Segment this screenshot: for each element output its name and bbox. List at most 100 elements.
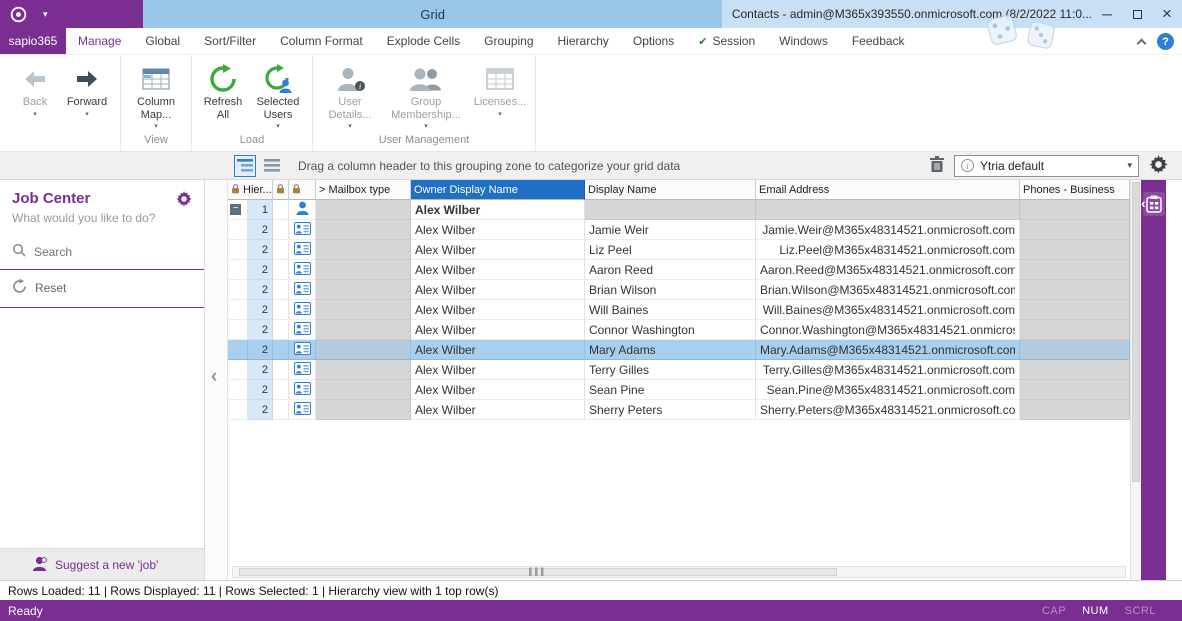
job-center-gear-icon[interactable] bbox=[176, 191, 192, 207]
owner-cell[interactable]: Alex Wilber bbox=[411, 220, 585, 240]
chevron-down-icon[interactable]: ▾ bbox=[43, 9, 48, 20]
phones-cell[interactable] bbox=[1020, 280, 1130, 300]
row-number-cell[interactable]: 2 bbox=[248, 320, 273, 340]
tab-column-format[interactable]: Column Format bbox=[268, 28, 375, 54]
row-number-cell[interactable]: 1 bbox=[248, 200, 273, 220]
row-number-cell[interactable]: 2 bbox=[248, 260, 273, 280]
vertical-scrollbar-thumb[interactable] bbox=[1132, 182, 1140, 482]
app-menu-area[interactable]: ▾ bbox=[0, 0, 143, 28]
phones-cell[interactable] bbox=[1020, 240, 1130, 260]
tab-grouping[interactable]: Grouping bbox=[472, 28, 545, 54]
row-number-cell[interactable]: 2 bbox=[248, 360, 273, 380]
collapse-ribbon-icon[interactable] bbox=[1137, 39, 1147, 49]
column-header-mailbox-type[interactable]: > Mailbox type bbox=[316, 180, 411, 200]
row-number-cell[interactable]: 2 bbox=[248, 300, 273, 320]
email-cell[interactable]: Mary.Adams@M365x48314521.onmicrosoft.com bbox=[756, 340, 1020, 360]
owner-cell[interactable]: Alex Wilber bbox=[411, 380, 585, 400]
row-number-cell[interactable]: 2 bbox=[248, 280, 273, 300]
display-name-cell[interactable]: Jamie Weir bbox=[585, 220, 756, 240]
mailbox-type-cell[interactable] bbox=[316, 360, 411, 380]
owner-cell[interactable]: Alex Wilber bbox=[411, 360, 585, 380]
display-name-cell[interactable]: Will Baines bbox=[585, 300, 756, 320]
mailbox-type-cell[interactable] bbox=[316, 280, 411, 300]
column-header-email-address[interactable]: Email Address bbox=[756, 180, 1020, 200]
tab-hierarchy[interactable]: Hierarchy bbox=[546, 28, 621, 54]
tab-manage[interactable]: Manage bbox=[66, 28, 133, 54]
column-header-lock-a[interactable] bbox=[273, 180, 289, 200]
owner-cell[interactable]: Alex Wilber bbox=[411, 400, 585, 420]
table-row[interactable]: 2 Alex Wilber Jamie Weir Jamie.Weir@M365… bbox=[228, 220, 1130, 240]
column-header-phones-business[interactable]: Phones - Business bbox=[1020, 180, 1130, 200]
table-row[interactable]: 2 Alex Wilber Brian Wilson Brian.Wilson@… bbox=[228, 280, 1130, 300]
mailbox-type-cell[interactable] bbox=[316, 380, 411, 400]
reset-button[interactable]: Reset bbox=[0, 270, 204, 308]
grid-settings-gear-icon[interactable] bbox=[1149, 155, 1168, 177]
phones-cell[interactable] bbox=[1020, 200, 1130, 220]
display-name-cell[interactable]: Sean Pine bbox=[585, 380, 756, 400]
suggest-job-button[interactable]: Suggest a new 'job' bbox=[0, 548, 204, 580]
mailbox-type-cell[interactable] bbox=[316, 240, 411, 260]
email-cell[interactable]: Brian.Wilson@M365x48314521.onmicrosoft.c… bbox=[756, 280, 1020, 300]
table-row[interactable]: 2 Alex Wilber Will Baines Will.Baines@M3… bbox=[228, 300, 1130, 320]
maximize-button[interactable] bbox=[1122, 0, 1152, 28]
selected-users-button[interactable]: Selected Users ▾ bbox=[250, 59, 306, 130]
table-row[interactable]: 2 Alex Wilber Aaron Reed Aaron.Reed@M365… bbox=[228, 260, 1130, 280]
display-name-cell[interactable]: Liz Peel bbox=[585, 240, 756, 260]
user-details-button[interactable]: i User Details... ▾ bbox=[319, 59, 381, 130]
email-cell[interactable] bbox=[756, 200, 1020, 220]
mailbox-type-cell[interactable] bbox=[316, 220, 411, 240]
phones-cell[interactable] bbox=[1020, 260, 1130, 280]
forward-button[interactable]: Forward ▾ bbox=[60, 59, 114, 118]
tab-sapio365[interactable]: sapio365 bbox=[0, 28, 66, 54]
email-cell[interactable]: Liz.Peel@M365x48314521.onmicrosoft.com bbox=[756, 240, 1020, 260]
column-header-display-name[interactable]: Display Name bbox=[585, 180, 756, 200]
vertical-scrollbar[interactable] bbox=[1130, 180, 1141, 580]
flat-view-toggle[interactable] bbox=[261, 155, 283, 177]
email-cell[interactable]: Terry.Gilles@M365x48314521.onmicrosoft.c… bbox=[756, 360, 1020, 380]
owner-cell[interactable]: Alex Wilber bbox=[411, 340, 585, 360]
phones-cell[interactable] bbox=[1020, 400, 1130, 420]
back-button[interactable]: Back ▾ bbox=[12, 59, 58, 118]
mailbox-type-cell[interactable] bbox=[316, 340, 411, 360]
job-center-search[interactable] bbox=[0, 237, 204, 270]
collapse-group-button[interactable]: − bbox=[230, 204, 241, 215]
tab-feedback[interactable]: Feedback bbox=[840, 28, 917, 54]
horizontal-scrollbar-thumb[interactable]: ▌▌▌ bbox=[239, 568, 837, 576]
table-row[interactable]: 2 Alex Wilber Sherry Peters Sherry.Peter… bbox=[228, 400, 1130, 420]
email-cell[interactable]: Will.Baines@M365x48314521.onmicrosoft.co… bbox=[756, 300, 1020, 320]
column-header-lock-b[interactable] bbox=[289, 180, 316, 200]
display-name-cell[interactable]: Mary Adams bbox=[585, 340, 756, 360]
email-cell[interactable]: Sherry.Peters@M365x48314521.onmicrosoft.… bbox=[756, 400, 1020, 420]
hierarchy-view-toggle[interactable] bbox=[234, 155, 256, 177]
tab-windows[interactable]: Windows bbox=[767, 28, 840, 54]
table-row[interactable]: 2 Alex Wilber Connor Washington Connor.W… bbox=[228, 320, 1130, 340]
table-row[interactable]: 2 Alex Wilber Sean Pine Sean.Pine@M365x4… bbox=[228, 380, 1130, 400]
delete-template-icon[interactable] bbox=[930, 156, 944, 175]
display-name-cell[interactable]: Brian Wilson bbox=[585, 280, 756, 300]
column-header-hierarchy[interactable]: Hier... bbox=[228, 180, 273, 200]
owner-cell[interactable]: Alex Wilber bbox=[411, 320, 585, 340]
row-number-cell[interactable]: 2 bbox=[248, 400, 273, 420]
tab-sort-filter[interactable]: Sort/Filter bbox=[192, 28, 268, 54]
refresh-all-button[interactable]: Refresh All bbox=[198, 59, 248, 121]
email-cell[interactable]: Aaron.Reed@M365x48314521.onmicrosoft.com bbox=[756, 260, 1020, 280]
owner-cell[interactable]: Alex Wilber bbox=[411, 260, 585, 280]
collapse-sidebar-icon[interactable]: ‹ bbox=[211, 366, 217, 388]
tab-explode-cells[interactable]: Explode Cells bbox=[375, 28, 472, 54]
grid-template-dropdown[interactable]: i Ytria default ▾ bbox=[954, 155, 1139, 177]
phones-cell[interactable] bbox=[1020, 340, 1130, 360]
table-row[interactable]: 2 Alex Wilber Mary Adams Mary.Adams@M365… bbox=[228, 340, 1130, 360]
tab-options[interactable]: Options bbox=[621, 28, 686, 54]
column-header-owner-display-name[interactable]: Owner Display Name bbox=[411, 180, 585, 200]
phones-cell[interactable] bbox=[1020, 300, 1130, 320]
horizontal-scrollbar[interactable]: ▌▌▌ bbox=[232, 566, 1126, 578]
phones-cell[interactable] bbox=[1020, 360, 1130, 380]
mailbox-type-cell[interactable] bbox=[316, 300, 411, 320]
tab-global[interactable]: Global bbox=[133, 28, 192, 54]
owner-cell[interactable]: Alex Wilber bbox=[411, 200, 585, 220]
group-header-row[interactable]: − 1 Alex Wilber bbox=[228, 200, 1130, 220]
display-name-cell[interactable]: Terry Gilles bbox=[585, 360, 756, 380]
tab-session[interactable]: ✔Session bbox=[686, 28, 767, 54]
phones-cell[interactable] bbox=[1020, 320, 1130, 340]
email-cell[interactable]: Jamie.Weir@M365x48314521.onmicrosoft.com bbox=[756, 220, 1020, 240]
